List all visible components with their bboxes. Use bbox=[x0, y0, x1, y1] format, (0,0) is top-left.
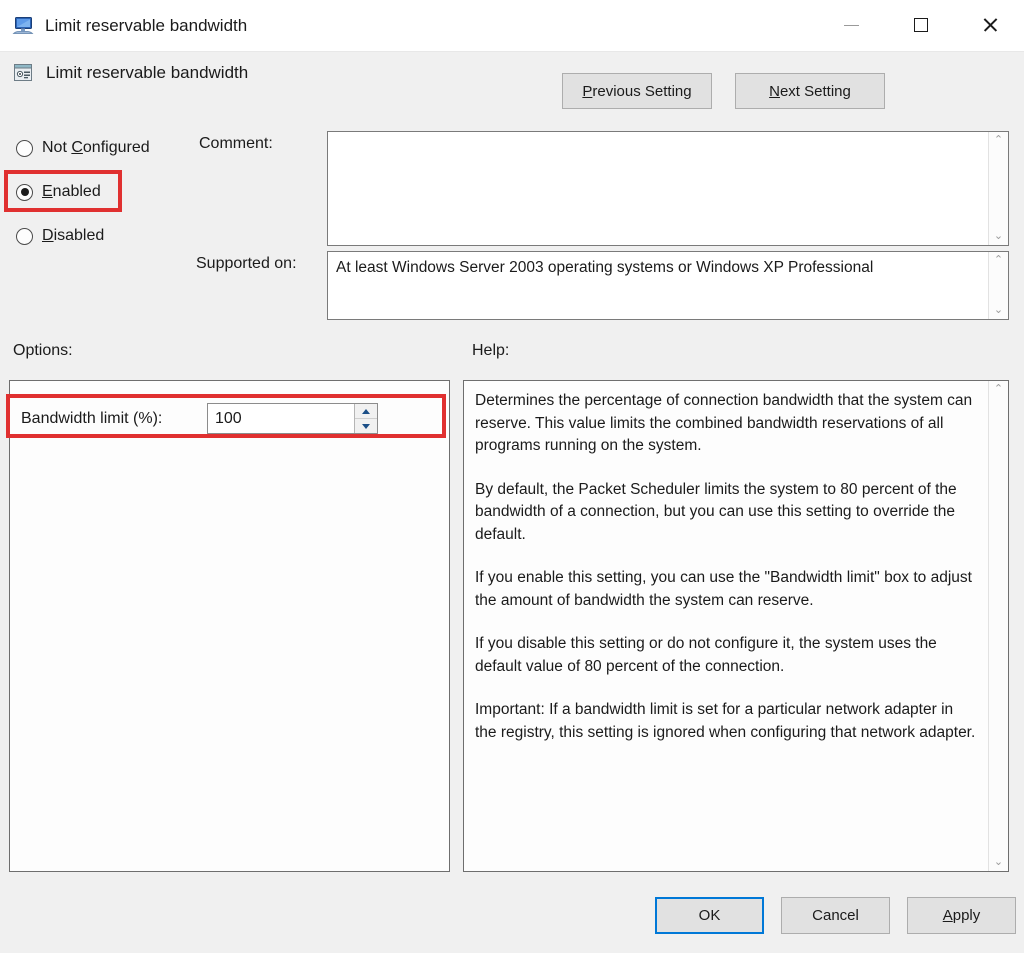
help-heading: Help: bbox=[472, 342, 510, 359]
comment-label: Comment: bbox=[199, 135, 273, 152]
radio-button-disabled-indicator bbox=[16, 227, 33, 245]
bandwidth-limit-stepper[interactable] bbox=[207, 403, 378, 434]
options-heading: Options: bbox=[13, 342, 73, 359]
comment-scrollbar[interactable]: ⌃ ⌄ bbox=[988, 132, 1008, 245]
apply-accel: A bbox=[942, 907, 953, 924]
bandwidth-limit-input[interactable] bbox=[208, 404, 354, 433]
help-paragraph: If you enable this setting, you can use … bbox=[475, 569, 972, 609]
radio-enabled[interactable]: Enabled bbox=[16, 178, 196, 206]
previous-setting-button[interactable]: Previous Setting bbox=[562, 73, 712, 109]
close-button[interactable] bbox=[955, 0, 1024, 50]
options-panel: Bandwidth limit (%): bbox=[9, 380, 450, 872]
help-paragraph: By default, the Packet Scheduler limits … bbox=[475, 480, 957, 543]
help-panel: Determines the percentage of connection … bbox=[463, 380, 1009, 872]
radio-label-enabled: Enabled bbox=[42, 183, 101, 200]
scroll-up-icon[interactable]: ⌃ bbox=[989, 381, 1008, 398]
radio-label-not-configured: Not Configured bbox=[42, 139, 150, 156]
policy-state-radio-group: Not Configured Enabled Disabled bbox=[16, 134, 196, 266]
group-policy-setting-dialog: Limit reservable bandwidth Limit reserva… bbox=[0, 0, 1024, 953]
policy-setting-icon bbox=[12, 62, 34, 83]
bandwidth-limit-spin-buttons[interactable] bbox=[354, 404, 377, 433]
bandwidth-limit-label: Bandwidth limit (%): bbox=[21, 409, 163, 427]
scroll-down-icon[interactable]: ⌄ bbox=[989, 228, 1008, 245]
title-bar-left: Limit reservable bandwidth bbox=[12, 0, 247, 52]
scroll-up-icon[interactable]: ⌃ bbox=[989, 132, 1008, 149]
spinner-down-icon bbox=[362, 423, 370, 429]
setting-title: Limit reservable bandwidth bbox=[46, 62, 249, 82]
spinner-up-icon bbox=[362, 408, 370, 414]
radio-label-disabled: Disabled bbox=[42, 227, 105, 244]
next-setting-label: ext Setting bbox=[779, 82, 851, 100]
setting-header: Limit reservable bandwidth bbox=[12, 62, 248, 83]
ok-button[interactable]: OK bbox=[655, 897, 764, 934]
comment-textbox[interactable]: ⌃ ⌄ bbox=[327, 131, 1009, 246]
window-controls bbox=[817, 0, 1024, 50]
help-scrollbar[interactable]: ⌃ ⌄ bbox=[988, 381, 1008, 871]
radio-disabled[interactable]: Disabled bbox=[16, 222, 196, 250]
close-icon bbox=[982, 17, 998, 33]
title-bar: Limit reservable bandwidth bbox=[0, 0, 1024, 52]
help-paragraph: If you disable this setting or do not co… bbox=[475, 635, 937, 675]
spinner-up-button[interactable] bbox=[355, 404, 377, 418]
radio-button-enabled-indicator bbox=[16, 183, 33, 201]
spinner-down-button[interactable] bbox=[355, 418, 377, 433]
cancel-button[interactable]: Cancel bbox=[781, 897, 890, 934]
supported-on-textbox[interactable]: At least Windows Server 2003 operating s… bbox=[327, 251, 1009, 320]
supported-on-label: Supported on: bbox=[196, 255, 297, 272]
navigation-buttons: Previous Setting Next Setting bbox=[562, 73, 885, 109]
supported-on-scrollbar[interactable]: ⌃ ⌄ bbox=[988, 252, 1008, 319]
help-paragraph: Determines the percentage of connection … bbox=[475, 392, 973, 454]
comment-textbox-value[interactable] bbox=[328, 132, 988, 245]
help-text: Determines the percentage of connection … bbox=[464, 381, 988, 871]
apply-button[interactable]: Apply bbox=[907, 897, 1016, 934]
radio-not-configured[interactable]: Not Configured bbox=[16, 134, 196, 162]
maximize-button[interactable] bbox=[886, 0, 955, 50]
radio-button-not-configured-indicator bbox=[16, 139, 33, 157]
minimize-icon bbox=[844, 24, 859, 26]
bandwidth-limit-row: Bandwidth limit (%): bbox=[21, 403, 378, 434]
scroll-down-icon[interactable]: ⌄ bbox=[989, 854, 1008, 871]
previous-setting-accel: P bbox=[582, 82, 593, 100]
maximize-icon bbox=[913, 18, 928, 32]
previous-setting-label: revious Setting bbox=[592, 82, 692, 100]
scroll-down-icon[interactable]: ⌄ bbox=[989, 302, 1008, 319]
supported-on-value: At least Windows Server 2003 operating s… bbox=[336, 259, 874, 276]
next-setting-button[interactable]: Next Setting bbox=[735, 73, 885, 109]
scroll-up-icon[interactable]: ⌃ bbox=[989, 252, 1008, 269]
window-title: Limit reservable bandwidth bbox=[45, 16, 248, 35]
help-paragraph: Important: If a bandwidth limit is set f… bbox=[475, 701, 976, 741]
next-setting-accel: N bbox=[769, 82, 780, 100]
minimize-button[interactable] bbox=[817, 0, 886, 50]
computer-icon bbox=[12, 16, 34, 36]
apply-label: pply bbox=[952, 907, 981, 924]
dialog-footer-buttons: OK Cancel Apply bbox=[655, 897, 1016, 934]
